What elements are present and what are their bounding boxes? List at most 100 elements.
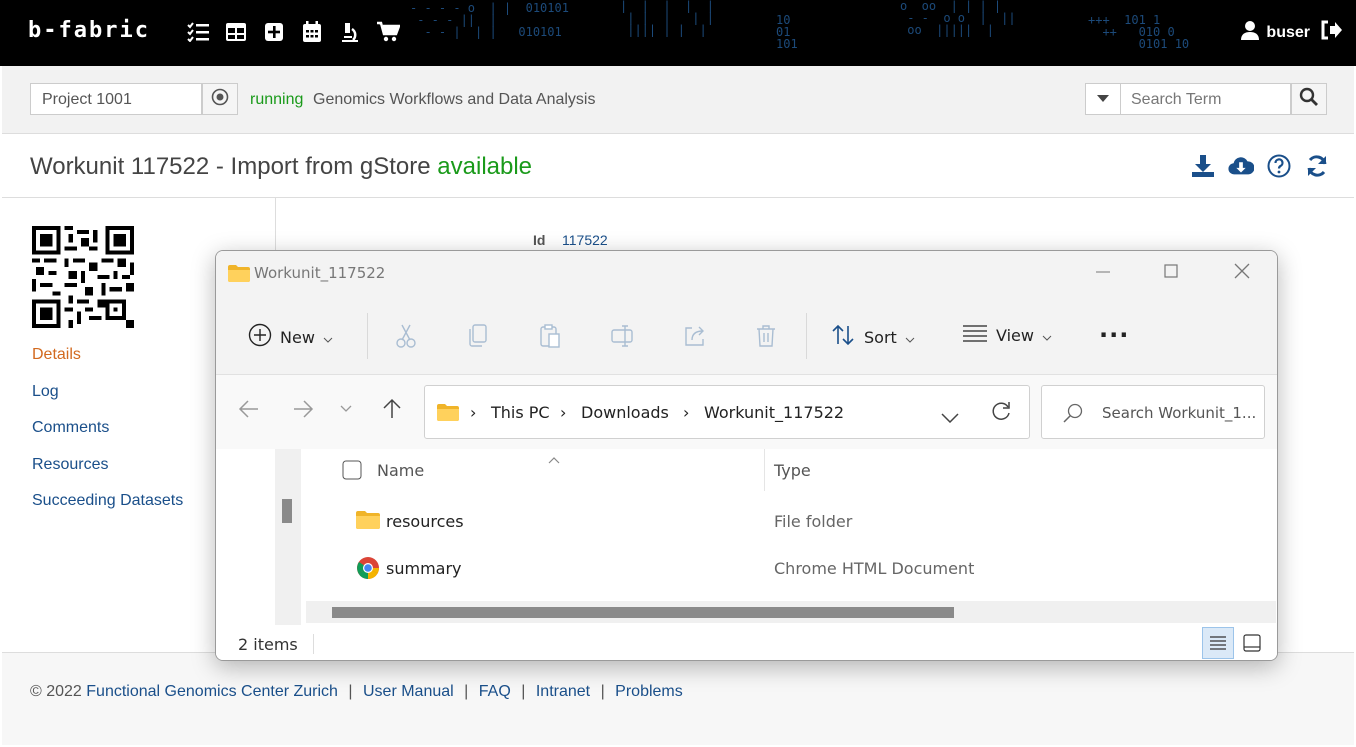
select-all-checkbox[interactable] xyxy=(342,460,362,484)
qr-code-icon xyxy=(32,226,134,328)
cart-icon[interactable] xyxy=(376,20,400,44)
caret-down-icon xyxy=(1097,90,1109,108)
help-icon[interactable] xyxy=(1266,153,1292,179)
table-icon[interactable] xyxy=(224,20,248,44)
project-status: running xyxy=(250,91,304,108)
view-button[interactable]: View xyxy=(962,323,1052,347)
explorer-toolbar: New Sort View ... xyxy=(216,295,1277,375)
footer-link-faq[interactable]: FAQ xyxy=(479,683,511,700)
copy-icon[interactable] xyxy=(466,323,490,349)
sidebar-item-succeeding-datasets[interactable]: Succeeding Datasets xyxy=(32,492,183,529)
footer-org-link[interactable]: Functional Genomics Center Zurich xyxy=(86,683,338,700)
minimize-icon[interactable] xyxy=(1091,259,1115,283)
recent-locations-chevron-icon[interactable] xyxy=(340,405,352,413)
address-bar-row: › This PC › Downloads › Workunit_117522 … xyxy=(216,375,1277,449)
refresh-icon[interactable] xyxy=(990,401,1012,427)
add-icon[interactable] xyxy=(262,20,286,44)
window-title: Workunit_117522 xyxy=(254,264,386,282)
back-arrow-icon[interactable] xyxy=(238,399,260,419)
column-header-type[interactable]: Type xyxy=(774,461,811,480)
footer: © 2022 Functional Genomics Center Zurich… xyxy=(2,652,1354,745)
close-icon[interactable] xyxy=(1230,259,1254,283)
cut-icon[interactable] xyxy=(394,323,418,349)
search-icon xyxy=(1299,87,1319,112)
sidebar-item-resources[interactable]: Resources xyxy=(32,456,183,493)
username: buser xyxy=(1266,23,1310,41)
page-actions xyxy=(1190,153,1330,179)
search-button[interactable] xyxy=(1291,83,1327,115)
task-list-icon[interactable] xyxy=(186,20,210,44)
chevron-down-icon xyxy=(905,328,915,347)
file-name: summary xyxy=(386,559,462,578)
breadcrumb-separator-icon: › xyxy=(470,403,477,422)
microscope-icon[interactable] xyxy=(338,20,362,44)
nav-pane-scrollbar[interactable] xyxy=(275,449,301,625)
refresh-icon[interactable] xyxy=(1304,153,1330,179)
logout-icon[interactable] xyxy=(1320,20,1342,45)
footer-link-user-manual[interactable]: User Manual xyxy=(363,683,454,700)
app-logo[interactable]: b-fabric xyxy=(28,18,150,43)
file-row[interactable]: summary Chrome HTML Document xyxy=(306,546,1266,592)
up-arrow-icon[interactable] xyxy=(382,397,402,419)
delete-icon[interactable] xyxy=(754,323,778,349)
user-icon xyxy=(1240,20,1260,45)
more-options-button[interactable]: ... xyxy=(1099,315,1129,343)
paste-icon[interactable] xyxy=(538,323,562,349)
sort-label: Sort xyxy=(864,327,897,347)
list-view-icon xyxy=(962,323,988,347)
search-scope-dropdown[interactable] xyxy=(1085,83,1121,115)
sort-button[interactable]: Sort xyxy=(830,323,915,351)
status-badge: available xyxy=(437,153,533,180)
plus-circle-icon xyxy=(248,323,272,351)
column-header-name[interactable]: Name xyxy=(377,461,424,480)
sidebar-item-comments[interactable]: Comments xyxy=(32,419,183,456)
new-button[interactable]: New xyxy=(248,323,333,351)
address-bar[interactable]: › This PC › Downloads › Workunit_117522 xyxy=(424,385,1030,439)
horizontal-scrollbar[interactable] xyxy=(306,601,1276,623)
copyright: © 2022 xyxy=(30,683,82,700)
breadcrumb-workunit[interactable]: Workunit_117522 xyxy=(704,403,844,422)
window-titlebar[interactable]: Workunit_117522 xyxy=(216,251,1277,295)
forward-arrow-icon[interactable] xyxy=(292,399,314,419)
explorer-search-box[interactable]: Search Workunit_1... xyxy=(1041,385,1265,439)
project-input[interactable]: Project 1001 xyxy=(30,83,202,115)
chevron-down-icon xyxy=(1042,326,1052,345)
maximize-icon[interactable] xyxy=(1159,259,1183,283)
folder-icon xyxy=(437,404,459,425)
page-title: Workunit 117522 - Import from gStore ava… xyxy=(30,153,532,181)
search-input[interactable]: Search Term xyxy=(1121,83,1291,115)
download-icon[interactable] xyxy=(1190,153,1216,179)
rename-icon[interactable] xyxy=(610,323,636,349)
view-label: View xyxy=(996,325,1034,345)
scrollbar-thumb[interactable] xyxy=(332,607,954,618)
tiles-view-icon[interactable] xyxy=(1236,627,1268,659)
search-icon xyxy=(1062,402,1084,428)
file-name: resources xyxy=(386,512,464,531)
target-icon xyxy=(211,88,229,111)
calendar-icon[interactable] xyxy=(300,20,324,44)
sidebar-item-log[interactable]: Log xyxy=(32,383,183,420)
breadcrumb-downloads[interactable]: Downloads xyxy=(581,403,669,422)
page-title-text: Workunit 117522 - Import from gStore xyxy=(30,153,431,180)
chevron-down-icon xyxy=(323,328,333,347)
breadcrumb-this-pc[interactable]: This PC xyxy=(491,403,550,422)
details-view-icon[interactable] xyxy=(1202,627,1234,659)
sidebar-item-details[interactable]: Details xyxy=(32,346,183,383)
footer-link-intranet[interactable]: Intranet xyxy=(536,683,590,700)
file-type: Chrome HTML Document xyxy=(774,559,975,578)
id-value[interactable]: 117522 xyxy=(562,232,608,248)
share-icon[interactable] xyxy=(682,323,708,349)
project-select-button[interactable] xyxy=(202,83,238,115)
item-count: 2 items xyxy=(238,635,298,654)
chrome-icon xyxy=(356,556,380,584)
footer-link-problems[interactable]: Problems xyxy=(615,683,683,700)
sort-icon xyxy=(830,323,856,351)
cloud-download-icon[interactable] xyxy=(1228,153,1254,179)
project-bar: Project 1001 running Genomics Workflows … xyxy=(2,66,1354,134)
user-menu[interactable]: buser xyxy=(1240,20,1342,45)
project-name: Genomics Workflows and Data Analysis xyxy=(313,91,596,108)
column-divider[interactable] xyxy=(764,449,765,491)
breadcrumb-separator-icon: › xyxy=(560,403,567,422)
address-dropdown-chevron-icon[interactable] xyxy=(941,408,959,427)
file-row[interactable]: resources File folder xyxy=(306,499,1266,545)
